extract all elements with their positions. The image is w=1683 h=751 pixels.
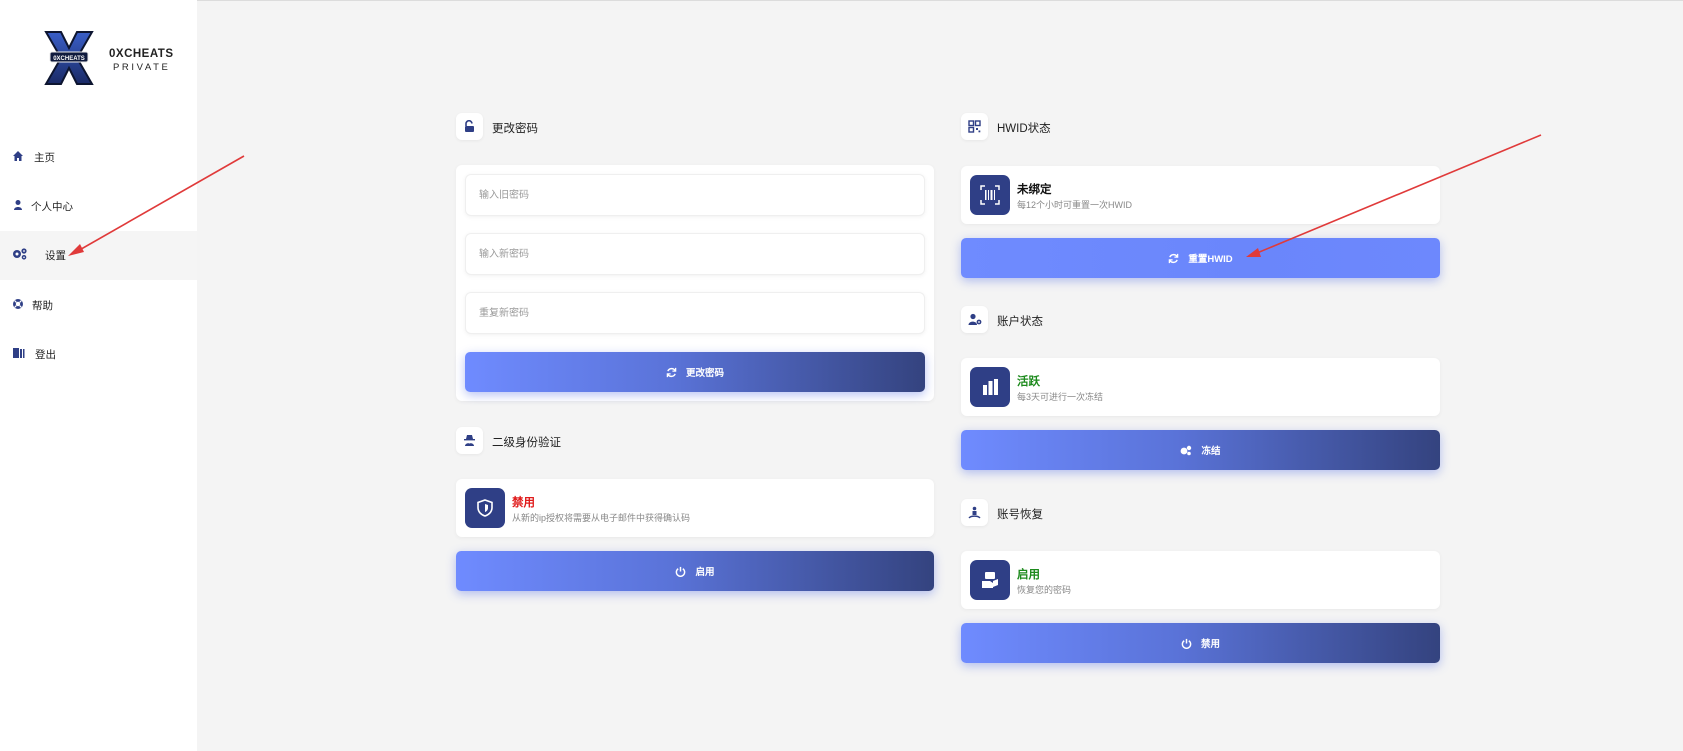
change-password-header: 更改密码 (456, 113, 656, 141)
disable-recovery-button[interactable]: 禁用 (961, 623, 1440, 663)
user-secret-icon (456, 427, 483, 454)
freeze-account-button[interactable]: 冻结 (961, 430, 1440, 470)
button-label: 重置HWID (1188, 254, 1233, 265)
brand-logo[interactable]: 0XCHEATS (44, 30, 94, 86)
hand-holding-icon (970, 560, 1010, 600)
refresh-icon (1169, 253, 1179, 263)
sidebar-item-settings[interactable]: 设置 (0, 231, 197, 280)
two-factor-status-card: 禁用 从新的ip授权将需要从电子邮件中获得确认码 (456, 479, 934, 537)
sidebar-item-label: 帮助 (32, 300, 53, 312)
gears-icon (12, 247, 27, 261)
shield-icon (465, 488, 505, 528)
old-password-input[interactable] (466, 175, 912, 215)
sidebar-item-help[interactable]: 帮助 (0, 281, 197, 330)
hwid-header: HWID状态 (961, 113, 1161, 141)
user-icon (12, 198, 26, 212)
change-password-card: 更改密码 (456, 165, 934, 401)
account-status: 活跃 (1017, 376, 1040, 388)
hwid-desc: 每12个小时可重置一次HWID (1017, 200, 1133, 210)
sidebar-item-label: 个人中心 (31, 201, 73, 213)
account-recovery-header: 账号恢复 (961, 499, 1161, 527)
two-factor-status: 禁用 (512, 497, 535, 509)
new-password-field[interactable] (465, 233, 925, 275)
change-password-button[interactable]: 更改密码 (465, 352, 925, 392)
sidebar: 0XCHEATS 0XCHEATS PRIVATE 主页 个人中心 设置 帮助 … (0, 0, 197, 751)
account-desc: 每3天可进行一次冻结 (1017, 392, 1104, 402)
barcode-icon (970, 175, 1010, 215)
sidebar-item-label: 设置 (45, 250, 66, 262)
account-recovery-card: 启用 恢复您的密码 (961, 551, 1440, 609)
logo-text: 0XCHEATS (53, 56, 85, 62)
snowflake-icon (1181, 445, 1192, 455)
hwid-status-card: 未绑定 每12个小时可重置一次HWID (961, 166, 1440, 224)
building-icon (970, 367, 1010, 407)
section-title: 更改密码 (492, 123, 538, 135)
new-password-input[interactable] (466, 234, 912, 274)
button-label: 冻结 (1201, 446, 1221, 457)
button-label: 禁用 (1200, 639, 1220, 650)
sidebar-item-logout[interactable]: 登出 (0, 330, 197, 379)
unlock-icon (456, 113, 483, 140)
section-title: HWID状态 (997, 123, 1051, 135)
life-ring-icon (12, 297, 26, 311)
sidebar-item-label: 登出 (35, 349, 56, 361)
hwid-status: 未绑定 (1017, 184, 1052, 196)
enable-two-factor-button[interactable]: 启用 (456, 551, 934, 591)
qrcode-icon (961, 113, 988, 140)
recovery-status: 启用 (1017, 569, 1040, 581)
reset-hwid-button[interactable]: 重置HWID (961, 238, 1440, 278)
door-icon (12, 346, 26, 360)
section-title: 二级身份验证 (492, 437, 561, 449)
section-title: 账号恢复 (997, 509, 1043, 521)
button-label: 启用 (695, 567, 715, 578)
account-status-header: 账户状态 (961, 306, 1161, 334)
sidebar-item-label: 主页 (34, 152, 55, 164)
top-border (0, 0, 1683, 1)
repeat-password-field[interactable] (465, 292, 925, 334)
brand-name: 0XCHEATS (109, 48, 174, 60)
sidebar-item-profile[interactable]: 个人中心 (0, 182, 197, 231)
button-label: 更改密码 (685, 368, 724, 379)
two-factor-header: 二级身份验证 (456, 427, 656, 455)
sidebar-item-home[interactable]: 主页 (0, 133, 197, 182)
brand-sub: PRIVATE (113, 62, 171, 73)
person-icon (961, 499, 988, 526)
two-factor-desc: 从新的ip授权将需要从电子邮件中获得确认码 (512, 513, 691, 523)
refresh-icon (666, 367, 677, 377)
power-icon (676, 566, 686, 577)
recovery-desc: 恢复您的密码 (1017, 585, 1072, 595)
section-title: 账户状态 (997, 316, 1043, 328)
old-password-field[interactable] (465, 174, 925, 216)
repeat-password-input[interactable] (466, 293, 912, 333)
power-icon (1181, 638, 1192, 649)
account-status-card: 活跃 每3天可进行一次冻结 (961, 358, 1440, 416)
user-cog-icon (961, 306, 988, 333)
brand-text: 0XCHEATS PRIVATE (109, 48, 174, 73)
home-icon (12, 149, 26, 163)
